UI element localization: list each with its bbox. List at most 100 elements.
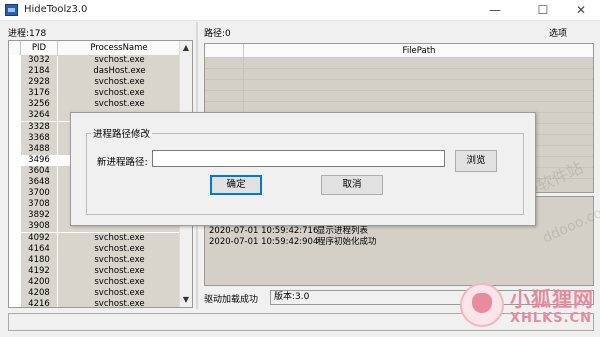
row-selector[interactable] <box>9 265 21 277</box>
row-selector[interactable] <box>9 121 21 133</box>
process-pid: 2928 <box>21 77 57 89</box>
process-pid: 3032 <box>21 55 57 66</box>
grid-line <box>205 90 593 91</box>
driver-status: 驱动加载成功 <box>204 295 259 305</box>
process-row[interactable]: 3176 svchost.exe <box>9 88 181 100</box>
process-row[interactable]: 4216 svchost.exe <box>9 299 181 307</box>
row-selector[interactable] <box>9 132 21 144</box>
row-selector[interactable] <box>9 88 21 100</box>
column-header-filepath[interactable]: FilePath <box>244 44 593 58</box>
process-name: svchost.exe <box>58 99 181 111</box>
row-selector[interactable] <box>9 99 21 111</box>
row-selector[interactable] <box>9 55 21 66</box>
process-pid: 4092 <box>21 232 57 244</box>
process-name: svchost.exe <box>58 232 181 244</box>
ok-button[interactable]: 确定 <box>210 175 262 195</box>
scroll-down-icon[interactable]: ▼ <box>180 295 192 304</box>
process-pid: 4216 <box>21 299 57 307</box>
row-selector[interactable] <box>9 199 21 211</box>
column-header-pid[interactable]: PID <box>21 41 58 55</box>
process-row[interactable]: 4180 svchost.exe <box>9 254 181 266</box>
process-pid: 2184 <box>21 66 57 78</box>
row-selector[interactable] <box>9 110 21 122</box>
dialog-group-title: 进程路径修改 <box>91 126 153 140</box>
main-window: HideToolz3.0 — ☐ ✕ 进程:178 PID ProcessNam… <box>0 0 600 337</box>
status-bar <box>8 313 594 331</box>
grid-line <box>205 101 593 102</box>
minimize-button[interactable]: — <box>480 0 510 20</box>
process-pid: 3328 <box>21 121 57 133</box>
row-selector[interactable] <box>9 66 21 78</box>
process-pid: 3368 <box>21 132 57 144</box>
brand-domain: XHLKS.CN <box>510 311 592 326</box>
dialog-group-box <box>86 133 524 215</box>
cancel-button[interactable]: 取消 <box>321 175 383 195</box>
row-selector[interactable] <box>9 221 21 233</box>
new-path-input[interactable] <box>152 150 445 167</box>
process-name: svchost.exe <box>58 276 181 288</box>
process-pid: 4208 <box>21 287 57 299</box>
process-pid: 3648 <box>21 177 57 189</box>
brand-name: 小狐狸网 <box>510 287 594 311</box>
row-selector[interactable] <box>9 287 21 299</box>
header-spacer <box>9 41 21 55</box>
process-list-header: PID ProcessName <box>9 41 181 56</box>
app-icon <box>5 4 18 16</box>
process-row[interactable]: 2184 dasHost.exe <box>9 66 181 78</box>
row-selector[interactable] <box>9 165 21 177</box>
process-row[interactable]: 4208 svchost.exe <box>9 287 181 299</box>
row-selector[interactable] <box>9 177 21 189</box>
row-selector[interactable] <box>9 188 21 200</box>
process-pid: 4200 <box>21 276 57 288</box>
scroll-up-icon[interactable]: ▲ <box>180 43 192 52</box>
maximize-button[interactable]: ☐ <box>528 0 558 20</box>
browse-button[interactable]: 浏览 <box>455 150 497 172</box>
row-selector[interactable] <box>9 254 21 266</box>
row-selector[interactable] <box>9 77 21 89</box>
process-row[interactable]: 4200 svchost.exe <box>9 276 181 288</box>
process-count-label: 进程:178 <box>8 29 47 39</box>
close-button[interactable]: ✕ <box>566 0 596 20</box>
process-pid: 4192 <box>21 265 57 277</box>
row-selector[interactable] <box>9 276 21 288</box>
process-row[interactable]: 4192 svchost.exe <box>9 265 181 277</box>
column-header-processname[interactable]: ProcessName <box>58 41 181 55</box>
process-name: svchost.exe <box>58 77 181 89</box>
log-message: 程序初始化成功 <box>317 237 377 247</box>
options-menu[interactable]: 选项 <box>549 26 567 39</box>
process-name: dasHost.exe <box>58 66 181 78</box>
process-pid: 3176 <box>21 88 57 100</box>
process-name: svchost.exe <box>58 265 181 277</box>
new-path-label: 新进程路径: <box>97 157 148 168</box>
row-selector[interactable] <box>9 210 21 222</box>
row-selector[interactable] <box>9 232 21 244</box>
process-name: svchost.exe <box>58 299 181 307</box>
process-row[interactable]: 4092 svchost.exe <box>9 232 181 244</box>
process-pid: 3264 <box>21 110 57 122</box>
row-selector[interactable] <box>9 243 21 255</box>
process-pid: 3892 <box>21 210 57 222</box>
process-name: svchost.exe <box>58 88 181 100</box>
process-pid: 3488 <box>21 143 57 155</box>
path-edit-dialog: 进程路径修改 新进程路径: 浏览 确定 取消 <box>70 112 536 226</box>
process-row[interactable]: 2928 svchost.exe <box>9 77 181 89</box>
process-pid: 4164 <box>21 243 57 255</box>
process-pid: 3256 <box>21 99 57 111</box>
title-bar[interactable]: HideToolz3.0 — ☐ ✕ <box>0 0 600 21</box>
process-pid: 4180 <box>21 254 57 266</box>
process-pid: 3708 <box>21 199 57 211</box>
process-pid: 3908 <box>21 221 57 233</box>
row-selector[interactable] <box>9 299 21 307</box>
row-selector[interactable] <box>9 143 21 155</box>
filepath-header: FilePath <box>205 44 593 58</box>
fox-logo-icon <box>460 283 504 327</box>
grid-line <box>205 68 593 69</box>
grid-line <box>205 79 593 80</box>
process-row[interactable]: 4164 svchost.exe <box>9 243 181 255</box>
process-row[interactable]: 3256 svchost.exe <box>9 99 181 111</box>
process-row[interactable]: 3032 svchost.exe <box>9 55 181 66</box>
row-selector[interactable] <box>9 154 21 166</box>
log-time: 2020-07-01 10:59:42:904 <box>209 237 319 247</box>
process-name: svchost.exe <box>58 243 181 255</box>
log-entry: 2020-07-01 10:59:42:904程序初始化成功 <box>209 235 377 247</box>
